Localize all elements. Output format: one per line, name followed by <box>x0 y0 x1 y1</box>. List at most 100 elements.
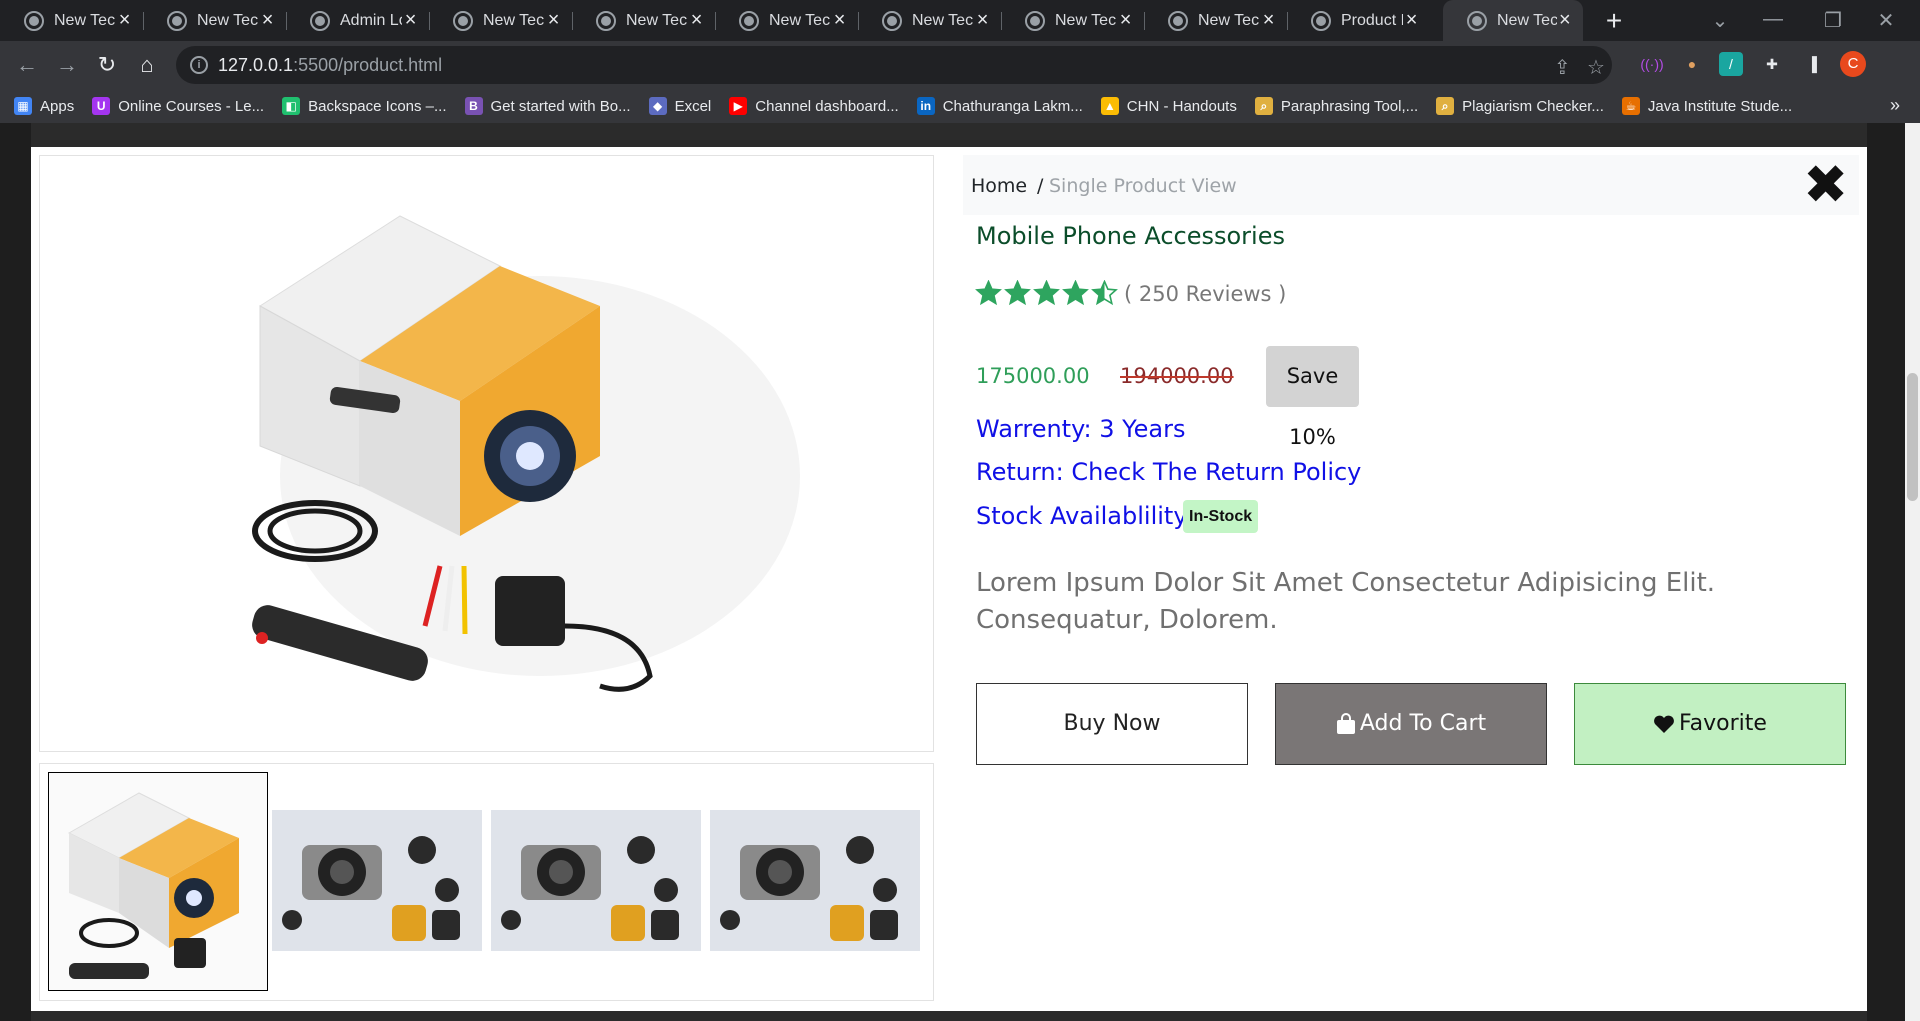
browser-tab[interactable]: New Tech× <box>715 0 858 41</box>
tab-close-icon[interactable]: × <box>259 9 276 32</box>
magnifier-icon: ⌕ <box>1254 97 1273 115</box>
url-host: 127.0.0.1 <box>218 55 294 75</box>
product-modal: Home / Single Product View ✖ Mobile Phon… <box>31 147 1867 1011</box>
close-window-icon[interactable]: ✕ <box>1866 8 1906 33</box>
browser-tab[interactable]: Admin Lo × <box>286 0 429 41</box>
tab-separator <box>143 12 144 30</box>
browser-tab[interactable]: New Tech× <box>0 0 143 41</box>
thumbnail-camera-image <box>710 810 920 951</box>
add-to-cart-button[interactable]: Add To Cart <box>1275 683 1547 765</box>
product-price: 175000.00 <box>976 364 1090 388</box>
globe-icon <box>1168 10 1188 31</box>
breadcrumb: Home / Single Product View <box>963 155 1859 215</box>
bookmark-star-icon[interactable]: ☆ <box>1587 55 1605 80</box>
puzzle-extensions-icon[interactable]: ✚ <box>1760 52 1784 76</box>
favorite-button[interactable]: Favorite <box>1574 683 1846 765</box>
restore-icon[interactable]: ❐ <box>1813 8 1853 33</box>
profile-avatar[interactable]: C <box>1840 51 1866 77</box>
breadcrumb-home-link[interactable]: Home <box>971 175 1027 197</box>
close-modal-icon[interactable]: ✖ <box>1803 158 1848 212</box>
address-bar[interactable]: i 127.0.0.1:5500/product.html ⇪ ☆ <box>176 46 1612 84</box>
tab-close-icon[interactable]: × <box>1403 9 1420 32</box>
bookmarks-bar: ▦ Apps U Online Courses - Le... ◧ Backspace I… <box>0 89 1920 123</box>
scrollbar-thumb[interactable] <box>1907 373 1918 501</box>
tab-close-icon[interactable]: × <box>831 9 848 32</box>
minimize-icon[interactable]: — <box>1753 8 1793 31</box>
bookmark-item[interactable]: ▲ CHN - Handouts <box>1100 97 1237 115</box>
bookmark-item[interactable]: ◆ Excel <box>648 97 712 115</box>
return-policy-link[interactable]: Return: Check The Return Policy <box>976 458 1361 486</box>
tab-close-icon[interactable]: × <box>1557 9 1573 32</box>
globe-icon <box>310 10 330 31</box>
bookmark-item[interactable]: ◧ Backspace Icons –... <box>282 97 447 115</box>
apps-grid-icon: ▦ <box>14 97 32 115</box>
site-info-icon[interactable]: i <box>190 56 208 74</box>
tab-strip: New Tech×New Tech×Admin Lo×New Tech×New … <box>0 0 1920 41</box>
tab-separator <box>858 12 859 30</box>
backdrop-right <box>1867 123 1905 1021</box>
star-icon <box>1004 280 1031 306</box>
bookmark-item[interactable]: ▶ Channel dashboard... <box>729 97 899 115</box>
browser-tab[interactable]: New Tech× <box>1001 0 1144 41</box>
udemy-icon: U <box>92 97 111 115</box>
extension-green-icon[interactable]: / <box>1719 52 1743 76</box>
bookmarks-overflow-icon[interactable]: » <box>1890 95 1900 116</box>
star-icon <box>1091 280 1118 306</box>
star-icon <box>1033 280 1060 306</box>
tab-close-icon[interactable]: × <box>1117 9 1134 32</box>
tab-separator <box>1001 12 1002 30</box>
new-tab-button[interactable]: + <box>1598 6 1630 36</box>
page-scrollbar[interactable] <box>1905 123 1920 1021</box>
thumbnail-camera-3[interactable] <box>710 810 920 951</box>
bookmark-item[interactable]: U Online Courses - Le... <box>92 97 264 115</box>
bookmark-item[interactable]: ⌕ Plagiarism Checker... <box>1436 97 1604 115</box>
bookmark-item[interactable]: in Chathuranga Lakm... <box>916 97 1083 115</box>
tab-close-icon[interactable]: × <box>116 9 133 32</box>
bookmark-item[interactable]: B Get started with Bo... <box>464 97 631 115</box>
shopping-bag-icon <box>1336 713 1355 734</box>
globe-icon <box>453 10 473 31</box>
tab-close-icon[interactable]: × <box>545 9 562 32</box>
tab-close-icon[interactable]: × <box>974 9 991 32</box>
forward-icon[interactable]: → <box>53 51 81 79</box>
extension-broadcast-icon[interactable]: ((·)) <box>1640 52 1664 76</box>
browser-tab[interactable]: New Tech× <box>429 0 572 41</box>
tab-close-icon[interactable]: × <box>402 9 419 32</box>
browser-tab[interactable]: New Tech× <box>858 0 1001 41</box>
star-icon <box>1062 280 1089 306</box>
home-icon[interactable]: ⌂ <box>133 51 161 79</box>
tab-search-icon[interactable]: ⌄ <box>1700 8 1740 33</box>
browser-tab[interactable]: New Tech× <box>572 0 715 41</box>
bookmark-item[interactable]: ☕ Java Institute Stude... <box>1621 97 1792 115</box>
thumbnail-projector[interactable] <box>48 772 268 991</box>
tab-separator <box>1144 12 1145 30</box>
cookie-icon[interactable]: ● <box>1680 52 1704 76</box>
tab-close-icon[interactable]: × <box>1260 9 1277 32</box>
reload-icon[interactable]: ↻ <box>93 51 121 79</box>
browser-tab[interactable]: New Tech× <box>1144 0 1287 41</box>
bookmark-label: Get started with Bo... <box>490 97 631 115</box>
side-panel-icon[interactable]: ▐ <box>1800 52 1824 76</box>
thumbnail-camera-1[interactable] <box>272 810 482 951</box>
browser-tab[interactable]: New Tech× <box>143 0 286 41</box>
browser-tab[interactable]: New Tech× <box>1443 0 1583 41</box>
bookmark-label: Excel <box>674 97 712 115</box>
reviews-count[interactable]: ( 250 Reviews ) <box>1124 282 1286 306</box>
url-text[interactable]: 127.0.0.1:5500/product.html <box>218 55 442 76</box>
share-icon[interactable]: ⇪ <box>1554 55 1571 80</box>
tab-close-icon[interactable]: × <box>688 9 705 32</box>
tab-separator <box>286 12 287 30</box>
breadcrumb-separator: / <box>1037 175 1044 197</box>
browser-tab[interactable]: Product M× <box>1287 0 1430 41</box>
bookmark-item[interactable]: ⌕ Paraphrasing Tool,... <box>1254 97 1418 115</box>
youtube-icon: ▶ <box>729 97 748 115</box>
tab-title: New Tech <box>1055 11 1117 29</box>
buy-now-button[interactable]: Buy Now <box>976 683 1248 765</box>
back-icon[interactable]: ← <box>13 51 41 79</box>
globe-icon <box>739 10 759 31</box>
bookmark-item[interactable]: ▦ Apps <box>14 97 74 115</box>
stock-label: Stock Availablility: <box>976 502 1194 530</box>
linkedin-icon: in <box>916 97 935 115</box>
thumbnail-camera-2[interactable] <box>491 810 701 951</box>
product-rating: ( 250 Reviews ) <box>975 280 1286 307</box>
